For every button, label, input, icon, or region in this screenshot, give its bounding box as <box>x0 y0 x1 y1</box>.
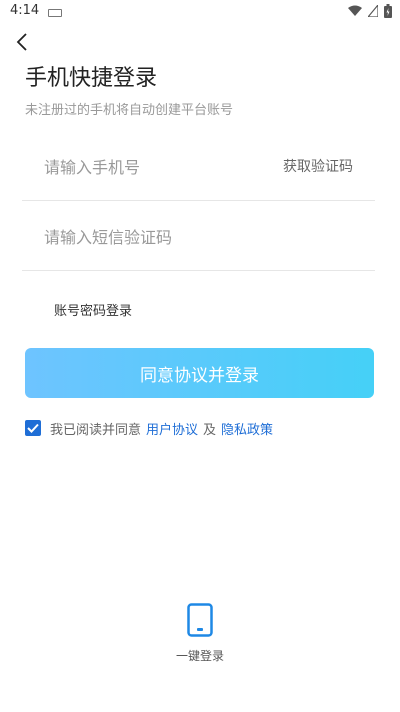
agreement-prefix: 我已阅读并同意 <box>50 422 142 438</box>
status-icons <box>348 4 392 18</box>
sms-code-input[interactable] <box>42 202 266 272</box>
agree-and-login-button[interactable]: 同意协议并登录 <box>25 348 374 398</box>
page-subtitle: 未注册过的手机将自动创建平台账号 <box>25 103 234 118</box>
notification-icon <box>48 9 62 17</box>
signal-icon <box>368 5 378 17</box>
battery-icon <box>384 4 392 18</box>
privacy-policy-link[interactable]: 隐私政策 <box>221 419 273 438</box>
one-click-login[interactable]: 一键登录 <box>0 603 400 664</box>
phone-field: 获取验证码 <box>22 132 375 202</box>
checkmark-icon <box>27 423 39 433</box>
phone-input[interactable] <box>42 132 266 202</box>
account-password-login-link[interactable]: 账号密码登录 <box>54 300 132 319</box>
status-time: 4:14 <box>10 3 40 18</box>
phone-icon[interactable] <box>187 603 213 637</box>
wifi-icon <box>348 5 362 16</box>
sms-code-field <box>22 202 375 272</box>
status-bar: 4:14 <box>0 0 400 24</box>
page-title: 手机快捷登录 <box>25 66 158 91</box>
user-agreement-link[interactable]: 用户协议 <box>146 419 198 438</box>
chevron-left-icon <box>16 33 27 51</box>
back-button[interactable] <box>10 30 34 54</box>
agreement-and: 及 <box>203 422 217 438</box>
agreement-row: 我已阅读并同意 用户协议 及 隐私政策 <box>25 418 278 438</box>
one-click-login-label: 一键登录 <box>175 649 224 663</box>
get-code-button[interactable]: 获取验证码 <box>283 156 353 176</box>
agreement-checkbox[interactable] <box>25 420 41 436</box>
